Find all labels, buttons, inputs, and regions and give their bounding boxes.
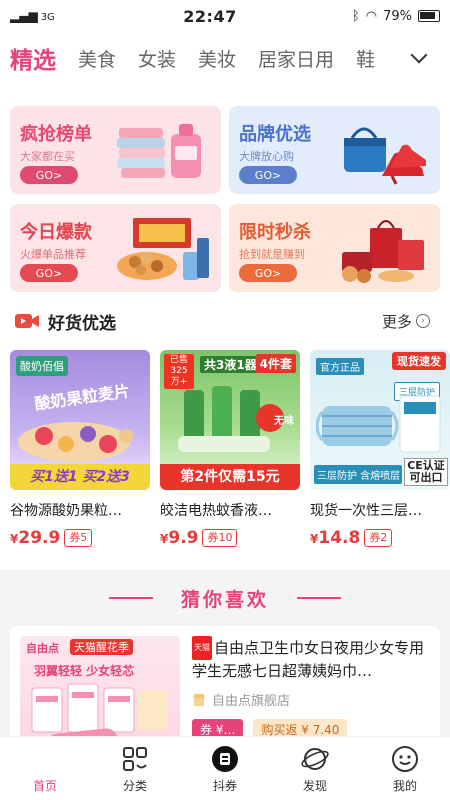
promo-card-today-hot[interactable]: 今日爆款 火爆单品推荐 GO>: [10, 204, 221, 292]
nav-label: 首页: [32, 779, 57, 793]
wifi-icon: ◠: [365, 8, 378, 24]
guess-you-like-header: 猜你喜欢: [0, 570, 450, 626]
product-row: 酸奶佰倡 酸奶果粒麦片 买1送1 买2送3 谷物源酸奶果粒… ¥29.9 券5: [0, 350, 450, 570]
tab-featured[interactable]: 精选: [10, 41, 56, 75]
coupon-badge: 券5: [64, 529, 93, 547]
nav-douquan[interactable]: 抖券: [180, 737, 270, 800]
tab-food[interactable]: 美食: [78, 45, 116, 72]
image-caption: 共3液1器: [200, 356, 261, 373]
nav-profile[interactable]: 我的: [360, 737, 450, 800]
product-card[interactable]: 已售325万+ 共3液1器 4件套 无味 第2件仅需15元 皎洁电热蚊香液… ¥…: [160, 350, 300, 548]
image-tag: 4件套: [255, 354, 296, 373]
image-badge: 现货速发: [392, 352, 446, 370]
product-price: ¥29.9: [10, 528, 60, 548]
image-tag: 官方正品: [316, 358, 364, 375]
tab-shoes[interactable]: 鞋: [356, 45, 375, 72]
tab-beauty[interactable]: 美妆: [198, 45, 236, 72]
price-value: 29.9: [18, 528, 61, 548]
image-caption: 羽翼轻轻 少女轻芯: [34, 664, 135, 678]
face-mask-image: [316, 395, 441, 453]
nav-categories[interactable]: 分类: [90, 737, 180, 800]
signal-indicator: ▂▄▆ 3G: [10, 9, 90, 23]
tmall-badge: 天猫: [192, 636, 212, 660]
mosquito-liquid-image: [178, 386, 284, 452]
product-card[interactable]: 酸奶佰倡 酸奶果粒麦片 买1送1 买2送3 谷物源酸奶果粒… ¥29.9 券5: [10, 350, 150, 548]
nav-label: 抖券: [212, 779, 237, 793]
nav-label: 发现: [302, 779, 327, 793]
go-button[interactable]: GO>: [20, 166, 78, 184]
shop-name: 自由点旗舰店: [212, 694, 291, 709]
coupon-badge: 券10: [202, 529, 238, 547]
handbag-heels-image: [344, 127, 426, 185]
product-name: 皎洁电热蚊香液…: [160, 503, 272, 519]
towel-bottle-image: [117, 124, 201, 178]
nav-discover[interactable]: 发现: [270, 737, 360, 800]
battery-icon: [418, 10, 440, 22]
store-icon: [193, 693, 205, 706]
signal-icon: ▂▄▆: [10, 9, 38, 23]
product-name: 现货一次性三层…: [310, 503, 422, 519]
product-image: 酸奶佰倡 酸奶果粒麦片 买1送1 买2送3: [10, 350, 150, 490]
price-value: 9.9: [168, 528, 199, 548]
product-image: 已售325万+ 共3液1器 4件套 无味 第2件仅需15元: [160, 350, 300, 490]
clock: 22:47: [183, 6, 237, 26]
brand-logo: 自由点: [26, 642, 59, 655]
battery-percent: 79%: [383, 8, 412, 24]
product-card[interactable]: 现货速发 官方正品 三层防护 三层防护 含熔喷层 CE认证 可出口 现货一次性三…: [310, 350, 450, 548]
app-screen: ▂▄▆ 3G 22:47 ᛒ ◠ 79% 精选 美食 女装 美妆 居家日用 鞋 …: [0, 0, 450, 800]
promo-grid: 疯抢榜单 大家都在买 GO> 品牌优选 大牌放心购 GO> 今日爆款 火爆单品推…: [0, 84, 450, 292]
divider-line: [297, 597, 341, 599]
nav-home[interactable]: 首页: [0, 737, 90, 800]
price-value: 14.8: [318, 528, 361, 548]
bottom-navigation: 首页 分类 抖券 发现 我的: [0, 736, 450, 800]
image-banner: 第2件仅需15元: [160, 464, 300, 490]
cereal-fruit-image: [18, 422, 133, 462]
network-type: 3G: [40, 12, 55, 23]
image-tag: 无味: [274, 416, 294, 427]
image-banner: 买1送1 买2送3: [10, 464, 150, 490]
promo-card-brands[interactable]: 品牌优选 大牌放心购 GO>: [229, 106, 440, 194]
section-title: 好货优选: [48, 313, 116, 334]
product-price: ¥14.8: [310, 528, 360, 548]
image-banner: CE认证 可出口: [404, 458, 448, 486]
go-button[interactable]: GO>: [239, 166, 297, 184]
feed-title-text: 自由点卫生巾女日夜用少女专用学生无感七日超薄姨妈巾…: [192, 639, 425, 680]
douquan-icon: [211, 745, 239, 773]
chevron-down-icon: [410, 46, 428, 64]
arrow-right-icon: ›: [416, 314, 430, 328]
categories-grid-icon: [121, 745, 149, 773]
promo-card-flash-sale[interactable]: 限时秒杀 抢到就是赚到 GO>: [229, 204, 440, 292]
video-camera-icon: [15, 314, 39, 328]
section-title: 猜你喜欢: [180, 588, 269, 611]
product-name: 谷物源酸奶果粒…: [10, 503, 122, 519]
product-price: ¥9.9: [160, 528, 198, 548]
shop-line[interactable]: 自由点旗舰店: [192, 690, 430, 709]
expand-tabs-button[interactable]: [388, 32, 450, 84]
tab-home-goods[interactable]: 居家日用: [258, 45, 334, 72]
category-tabs: 精选 美食 女装 美妆 居家日用 鞋: [0, 32, 450, 84]
status-bar: ▂▄▆ 3G 22:47 ᛒ ◠ 79%: [0, 0, 450, 32]
product-image: 现货速发 官方正品 三层防护 三层防护 含熔喷层 CE认证 可出口: [310, 350, 450, 490]
more-label: 更多: [381, 312, 412, 331]
nav-label: 我的: [392, 779, 417, 793]
bluetooth-icon: ᛒ: [351, 8, 360, 24]
nav-label: 分类: [122, 779, 147, 793]
go-button[interactable]: GO>: [239, 264, 297, 282]
campaign-badge: 天猫醒花季: [70, 639, 133, 655]
feed-product-title: 天猫 自由点卫生巾女日夜用少女专用学生无感七日超薄姨妈巾…: [192, 636, 430, 682]
more-link[interactable]: 更多 ›: [382, 311, 430, 332]
good-picks-header: 好货优选 更多 ›: [0, 292, 450, 350]
home-icon: [31, 745, 59, 773]
image-badge: 酸奶佰倡: [16, 356, 68, 376]
tab-womens-clothing[interactable]: 女装: [138, 45, 176, 72]
image-caption: 三层防护 含熔喷层: [314, 465, 402, 484]
smiley-face-icon: [391, 745, 419, 773]
promo-card-hot-list[interactable]: 疯抢榜单 大家都在买 GO>: [10, 106, 221, 194]
coupon-badge: 券2: [364, 529, 393, 547]
divider-line: [108, 597, 153, 599]
go-button[interactable]: GO>: [20, 264, 78, 282]
snack-box-image: [117, 218, 209, 280]
planet-icon: [301, 745, 329, 773]
gift-bags-image: [342, 220, 424, 283]
